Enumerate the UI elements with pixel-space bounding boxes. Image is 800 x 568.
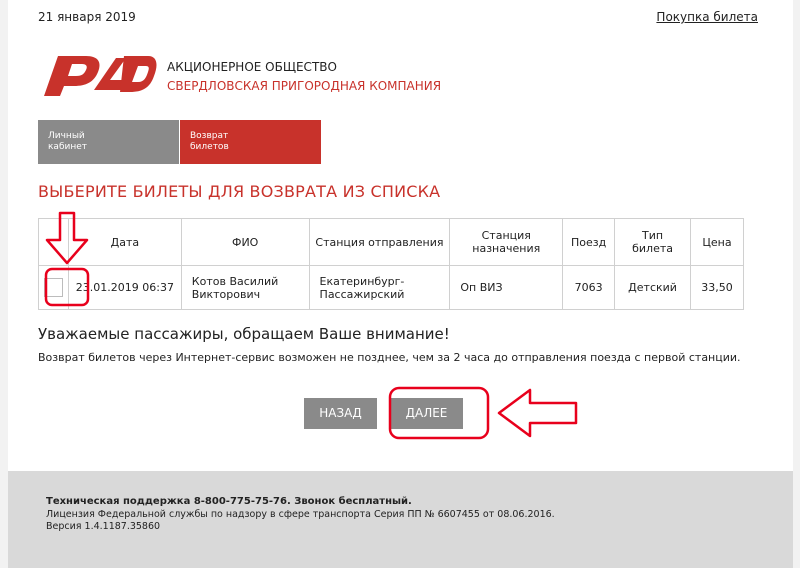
header-name: ФИО (180, 218, 310, 266)
tab-personal-cabinet[interactable]: Личный кабинет (38, 120, 179, 164)
company-line-2: СВЕРДЛОВСКАЯ ПРИГОРОДНАЯ КОМПАНИЯ (167, 79, 442, 93)
cell-name: Котов Василий Викторович (180, 265, 310, 310)
tab-label-line-1: Личный (48, 131, 85, 141)
ticket-checkbox[interactable] (43, 278, 63, 297)
header-from: Станция отправления (308, 218, 451, 266)
section-title: ВЫБЕРИТЕ БИЛЕТЫ ДЛЯ ВОЗВРАТА ИЗ СПИСКА (38, 182, 441, 201)
notice-text: Возврат билетов через Интернет-сервис во… (38, 351, 741, 364)
footer-version: Версия 1.4.1187.35860 (46, 521, 161, 532)
cell-type: Детский (614, 265, 692, 310)
cell-price: 33,50 (690, 265, 744, 310)
header-to-line-2: назначения (472, 242, 541, 255)
table-header-row: Дата ФИО Станция отправления Станция наз… (38, 218, 744, 266)
tab-ticket-return[interactable]: Возврат билетов (180, 120, 321, 164)
header-train: Поезд (562, 218, 616, 266)
cell-select (38, 265, 69, 310)
cell-from: Екатеринбург- Пассажирский (308, 265, 451, 310)
header-type-line-1: Тип (642, 229, 664, 242)
footer-support: Техническая поддержка 8-800-775-75-76. З… (46, 496, 412, 507)
cell-from-line-1: Екатеринбург- (319, 274, 405, 288)
header-date: Дата (67, 218, 182, 266)
rzd-logo (44, 56, 157, 96)
cell-from-line-2: Пассажирский (319, 287, 405, 301)
cell-train: 7063 (562, 265, 616, 310)
header-price: Цена (690, 218, 744, 266)
tab-label-line-1: Возврат (190, 131, 229, 141)
back-button[interactable]: НАЗАД (304, 398, 377, 429)
header-to: Станция назначения (449, 218, 564, 266)
buy-ticket-link[interactable]: Покупка билета (656, 10, 758, 24)
header-type: Тип билета (614, 218, 692, 266)
footer: Техническая поддержка 8-800-775-75-76. З… (8, 471, 793, 568)
header-to-line-1: Станция (481, 229, 531, 242)
header-select (38, 218, 69, 266)
company-name: АКЦИОНЕРНОЕ ОБЩЕСТВО СВЕРДЛОВСКАЯ ПРИГОР… (167, 58, 441, 96)
current-date: 21 января 2019 (38, 10, 136, 24)
tab-label-line-2: кабинет (48, 142, 88, 152)
cell-date: 23.01.2019 06:37 (67, 265, 182, 310)
tickets-table: Дата ФИО Станция отправления Станция наз… (38, 218, 744, 310)
header-type-line-2: билета (632, 242, 673, 255)
tab-label-line-2: билетов (190, 142, 229, 152)
notice-heading: Уважаемые пассажиры, обращаем Ваше внима… (38, 325, 450, 343)
table-row: 23.01.2019 06:37 Котов Василий Викторови… (38, 265, 744, 310)
company-line-1: АКЦИОНЕРНОЕ ОБЩЕСТВО (167, 60, 337, 74)
cell-to: Оп ВИЗ (449, 265, 564, 310)
footer-license: Лицензия Федеральной службы по надзору в… (46, 509, 555, 520)
cell-name-line-1: Котов Василий (191, 274, 279, 288)
next-button[interactable]: ДАЛЕЕ (390, 398, 463, 429)
cell-name-line-2: Викторович (191, 287, 261, 301)
